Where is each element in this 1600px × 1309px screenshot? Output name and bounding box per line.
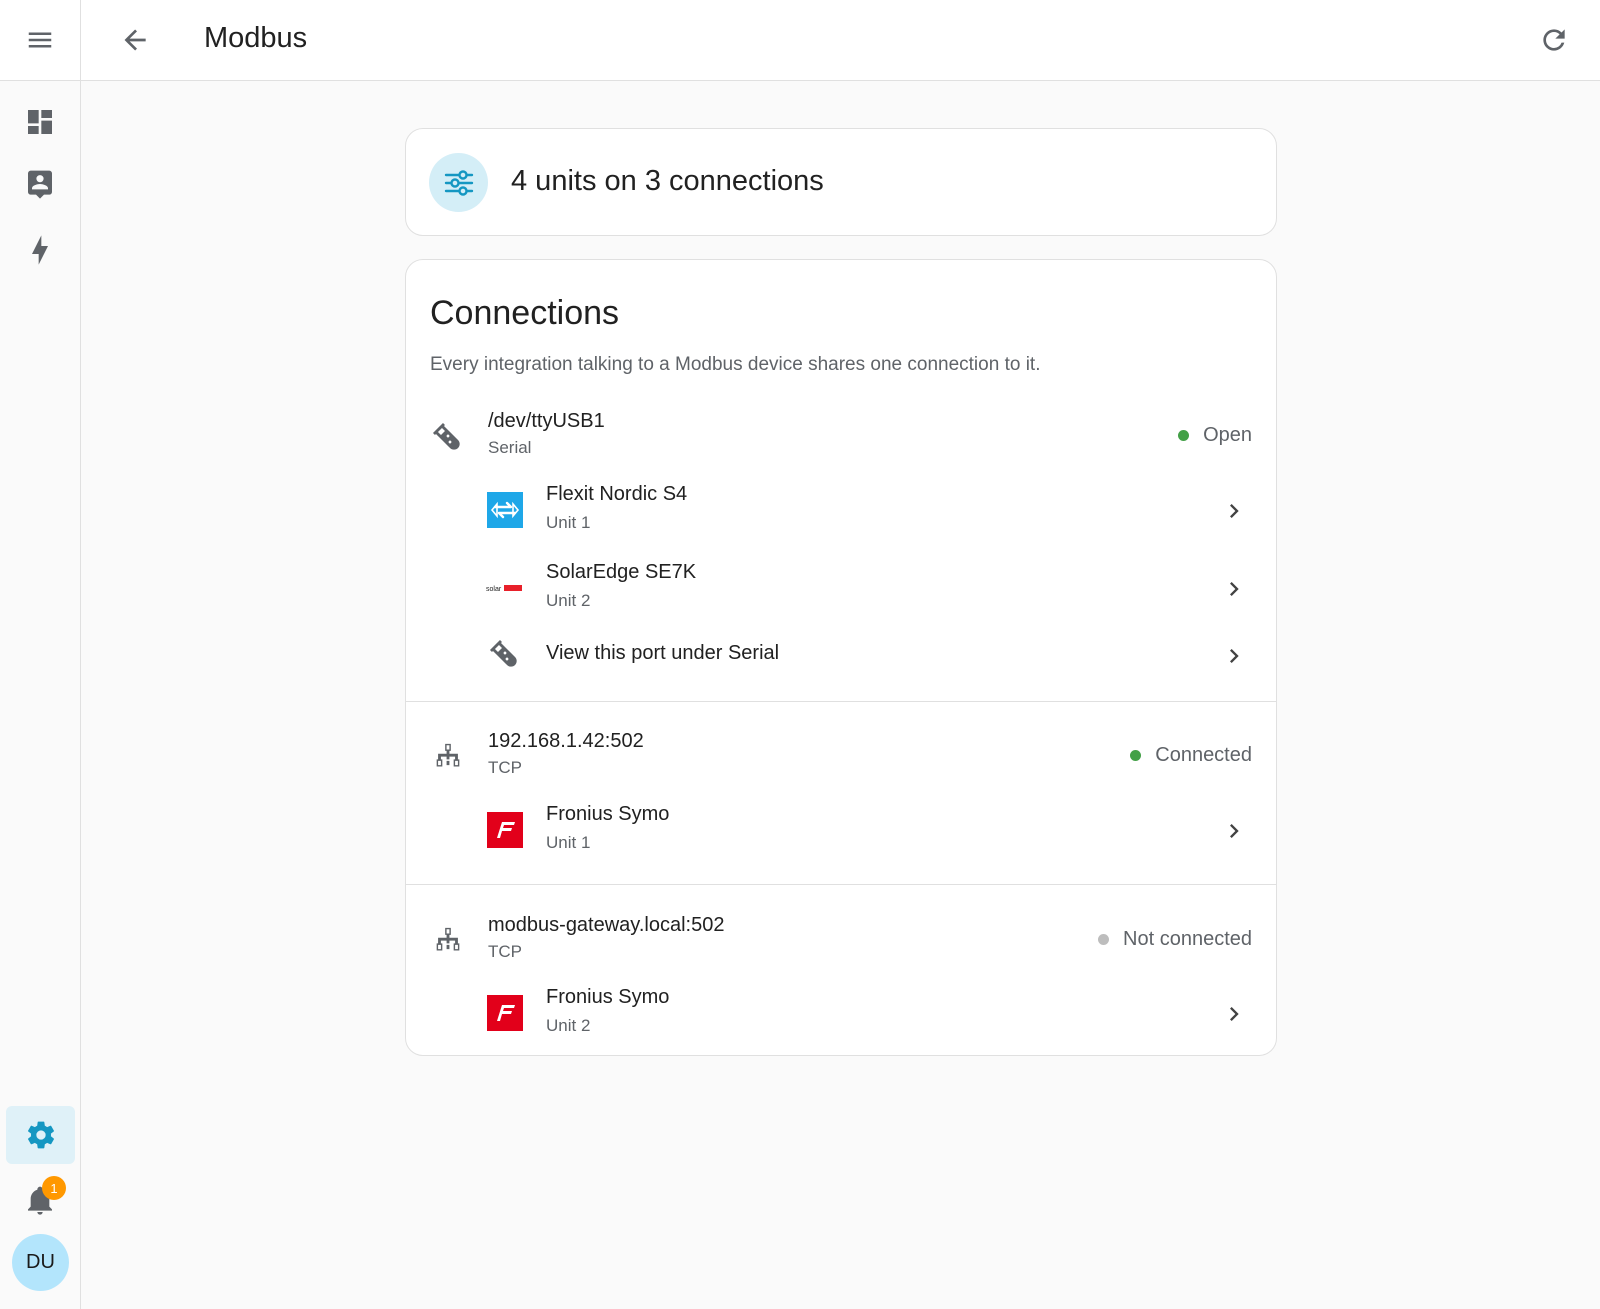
notifications-button[interactable]: 1	[20, 1176, 66, 1220]
back-button[interactable]	[117, 22, 153, 58]
solaredge-logo: solar	[486, 569, 524, 607]
unit-name: SolarEdge SE7K	[546, 561, 697, 583]
summary-card: 4 units on 3 connections	[405, 128, 1277, 236]
sidebar-item-energy[interactable]	[20, 230, 60, 270]
sidebar-item-person[interactable]	[20, 164, 60, 204]
chevron-right-icon	[1220, 575, 1248, 603]
unit-name: Fronius Symo	[546, 986, 670, 1008]
connections-description: Every integration talking to a Modbus de…	[430, 354, 1041, 375]
sidebar-item-settings[interactable]	[6, 1106, 75, 1164]
serial-cable-icon	[428, 418, 468, 458]
lightning-bolt-icon	[32, 235, 48, 265]
serial-cable-icon	[486, 636, 524, 674]
divider	[406, 884, 1276, 885]
unit-name: Fronius Symo	[546, 803, 670, 825]
connection-type: TCP	[488, 758, 522, 777]
unit-number: Unit 1	[546, 513, 591, 532]
top-bar: Modbus	[81, 0, 1600, 81]
refresh-button[interactable]	[1536, 22, 1572, 58]
fronius-logo	[486, 994, 524, 1032]
hamburger-menu-icon	[28, 32, 52, 48]
connections-card: Connections Every integration talking to…	[405, 259, 1277, 1056]
person-card-icon	[28, 170, 52, 199]
refresh-icon	[1543, 29, 1565, 51]
connections-title: Connections	[430, 294, 620, 332]
dashboard-icon	[28, 110, 52, 134]
unit-name: Flexit Nordic S4	[546, 483, 688, 505]
connection-status: Connected	[1130, 744, 1252, 767]
network-icon	[428, 922, 468, 962]
connection-name: 192.168.1.42:502	[488, 730, 644, 752]
view-serial-link[interactable]: View this port under Serial	[406, 620, 1276, 692]
arrow-left-icon	[124, 29, 146, 51]
unit-number: Unit 2	[546, 1016, 591, 1035]
status-text: Not connected	[1123, 928, 1252, 950]
connection-tcp-2: modbus-gateway.local:502 TCP Not connect…	[406, 912, 1276, 972]
page-title: Modbus	[204, 22, 308, 54]
chevron-right-icon	[1220, 497, 1248, 525]
view-serial-link-text: View this port under Serial	[546, 642, 780, 664]
divider	[406, 701, 1276, 702]
connection-status: Open	[1178, 424, 1252, 447]
unit-row-fronius-1[interactable]: Fronius Symo Unit 1	[406, 795, 1276, 867]
notification-badge: 1	[42, 1176, 66, 1200]
unit-row-flexit[interactable]: Flexit Nordic S4 Unit 1	[406, 475, 1276, 547]
status-dot	[1130, 750, 1142, 761]
status-text: Open	[1203, 424, 1252, 446]
connection-name: modbus-gateway.local:502	[488, 914, 725, 936]
sidebar: 1 DU	[0, 0, 81, 1309]
unit-number: Unit 1	[546, 833, 591, 852]
chevron-right-icon	[1220, 817, 1248, 845]
connection-type: TCP	[488, 942, 522, 961]
unit-number: Unit 2	[546, 591, 591, 610]
gear-icon	[27, 1121, 54, 1149]
status-dot	[1098, 934, 1110, 945]
fronius-logo	[486, 811, 524, 849]
unit-row-solaredge[interactable]: solar SolarEdge SE7K Unit 2	[406, 553, 1276, 625]
chevron-right-icon	[1220, 1000, 1248, 1028]
connection-status: Not connected	[1098, 928, 1252, 951]
network-icon	[428, 738, 468, 778]
flexit-logo	[486, 491, 524, 529]
menu-button[interactable]	[0, 0, 80, 81]
connection-serial: /dev/ttyUSB1 Serial Open	[406, 408, 1276, 468]
chevron-right-icon	[1220, 642, 1248, 670]
connections-summary-icon	[429, 153, 488, 212]
solaredge-logo-text: solar	[486, 586, 502, 593]
status-dot	[1178, 430, 1190, 441]
connection-name: /dev/ttyUSB1	[488, 410, 605, 432]
sidebar-item-dashboard[interactable]	[20, 102, 60, 142]
connection-tcp-1: 192.168.1.42:502 TCP Connected	[406, 728, 1276, 788]
connection-type: Serial	[488, 438, 532, 457]
avatar[interactable]: DU	[12, 1234, 69, 1291]
summary-text: 4 units on 3 connections	[511, 165, 824, 197]
status-text: Connected	[1155, 744, 1252, 766]
unit-row-fronius-2[interactable]: Fronius Symo Unit 2	[406, 978, 1276, 1050]
